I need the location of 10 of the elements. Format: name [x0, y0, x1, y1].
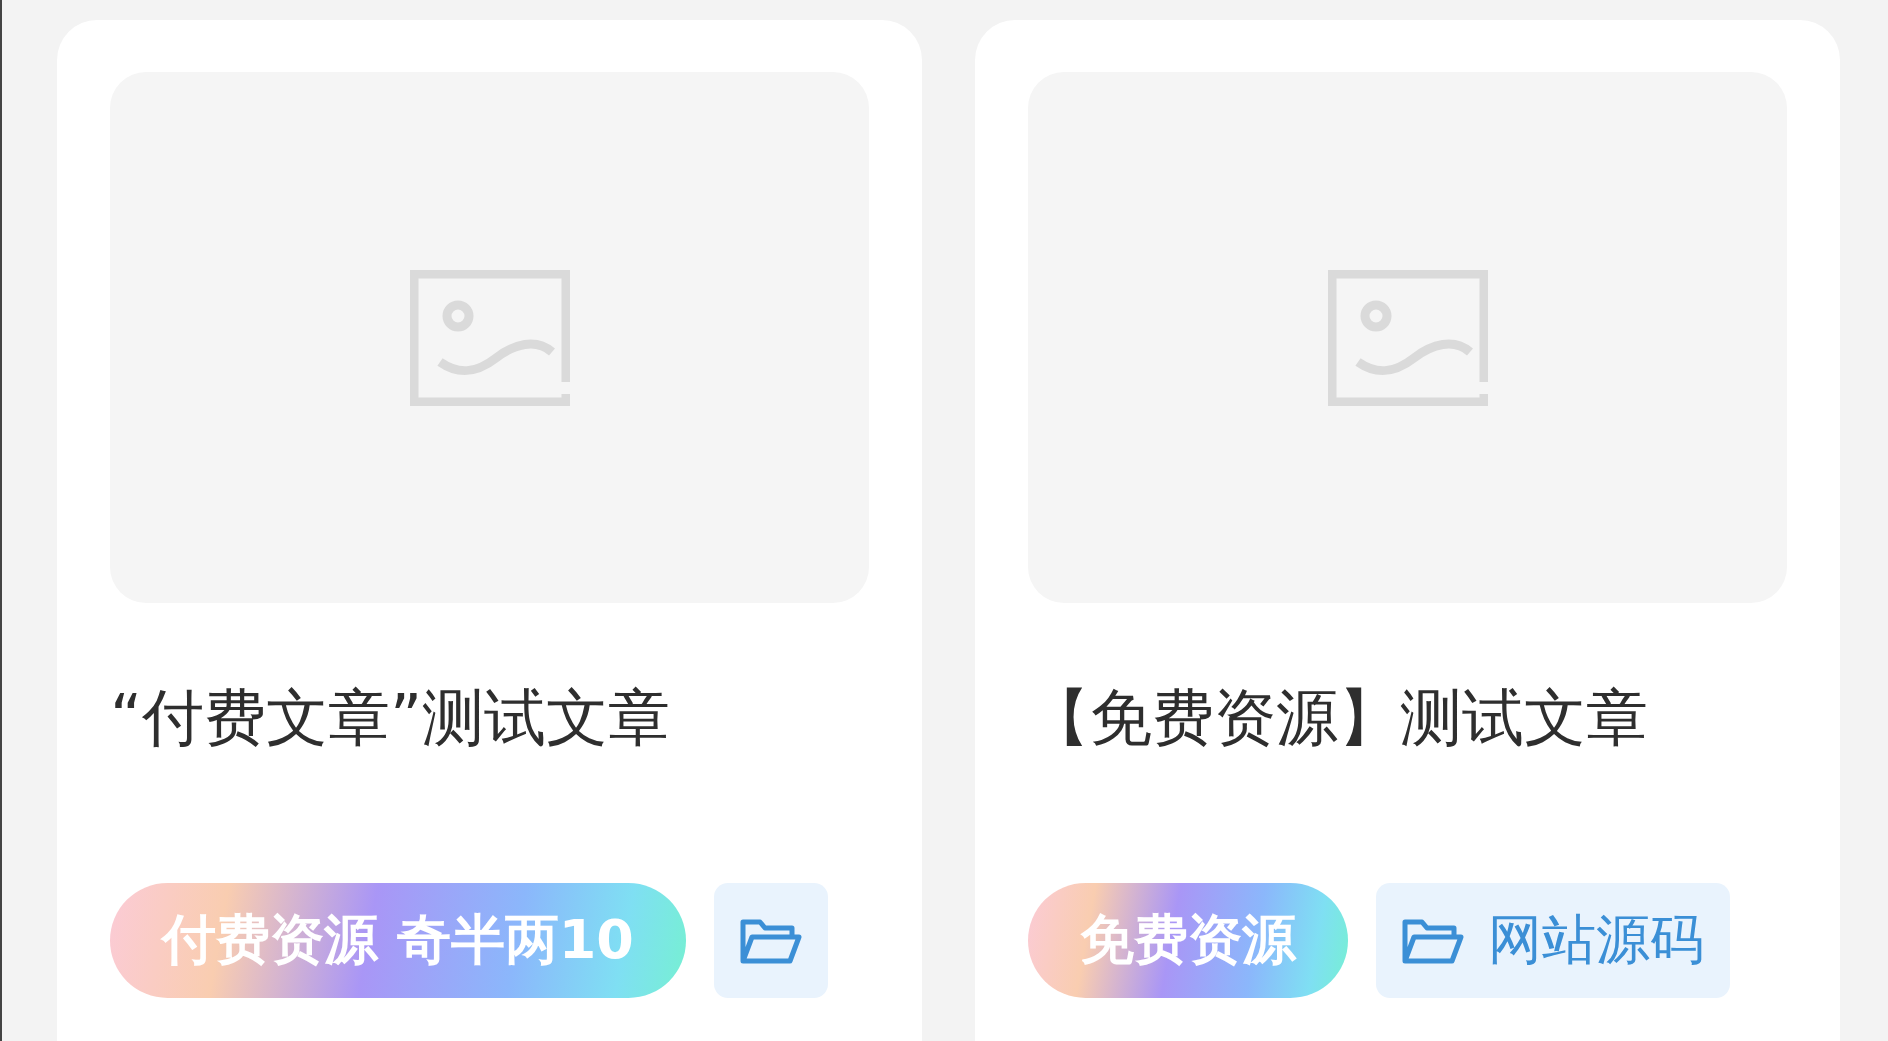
price-tag[interactable]: 免费资源 [1028, 883, 1348, 998]
post-card[interactable]: “付费文章”测试文章 付费资源 奇半两10 [57, 20, 922, 1041]
image-icon [1327, 269, 1488, 406]
category-tag[interactable] [713, 883, 828, 998]
post-card[interactable]: 【免费资源】测试文章 免费资源 网站源码 [975, 20, 1840, 1041]
price-tag[interactable]: 付费资源 奇半两10 [110, 883, 686, 998]
post-title: “付费文章”测试文章 [110, 680, 672, 756]
image-icon [409, 269, 570, 406]
category-tag[interactable]: 网站源码 [1376, 883, 1730, 998]
post-title: 【免费资源】测试文章 [1028, 680, 1649, 756]
